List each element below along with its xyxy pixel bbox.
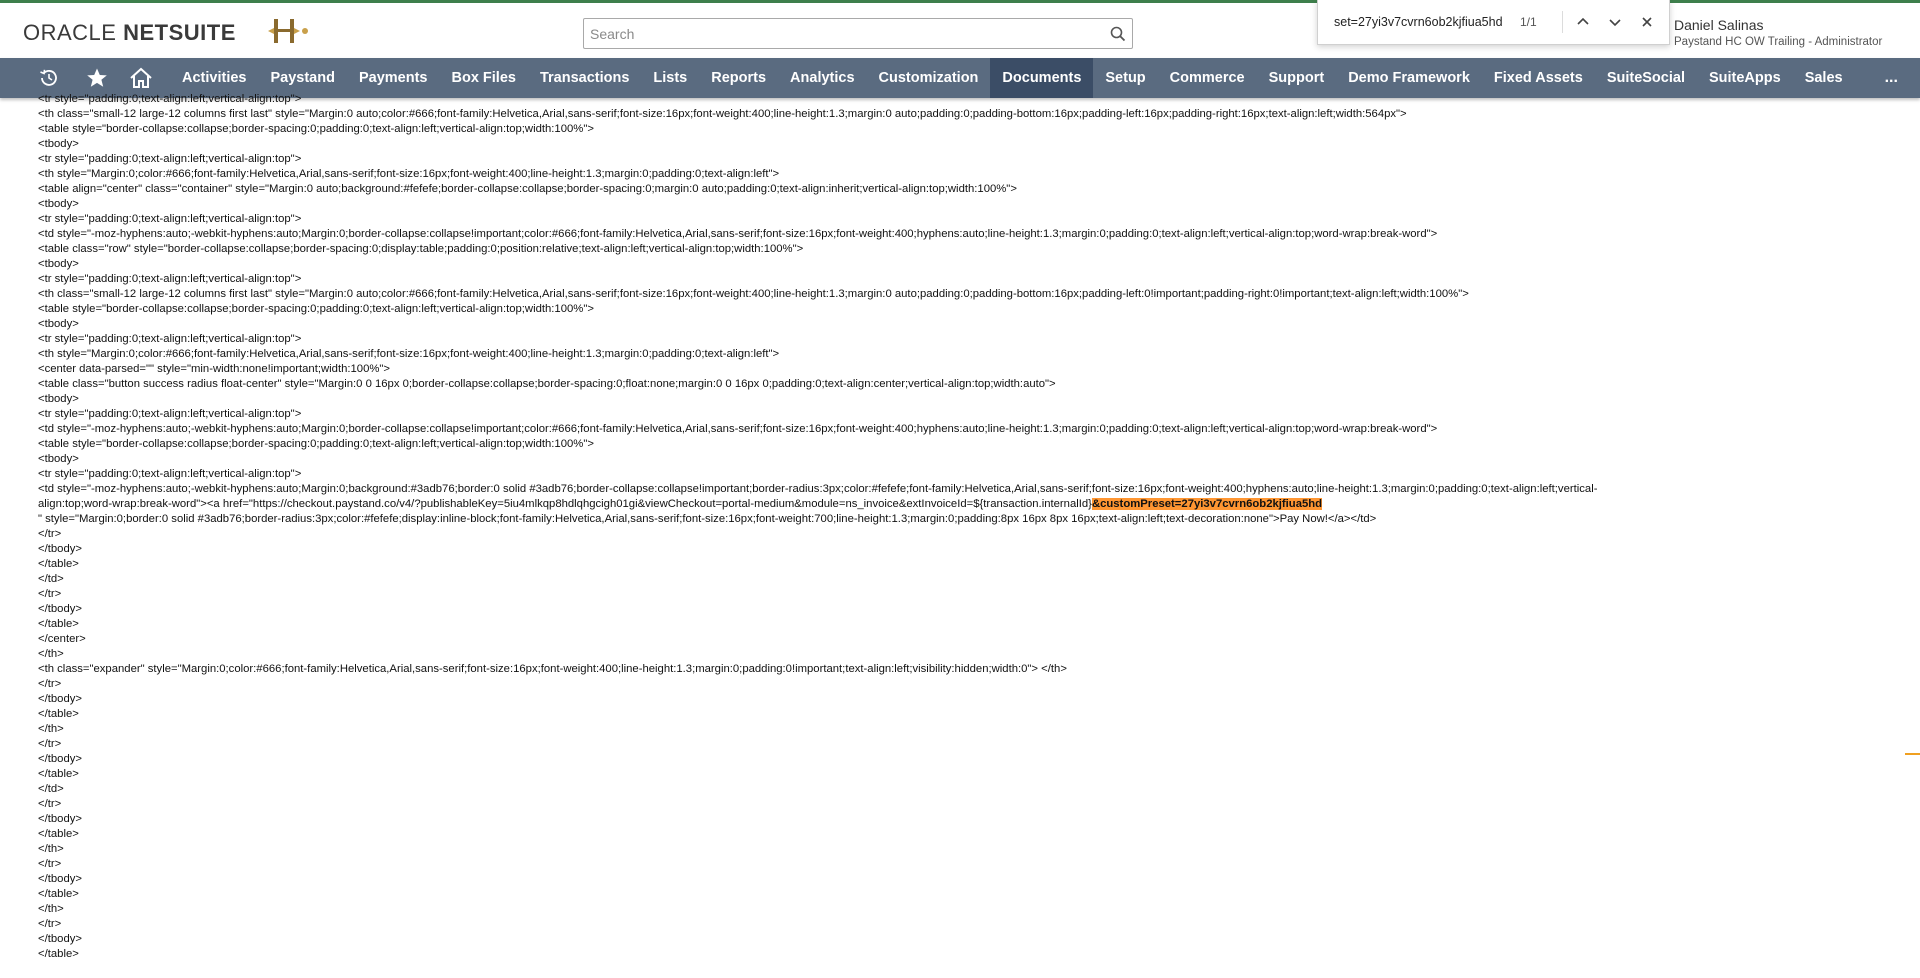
code-line: <tr style="padding:0;text-align:left;ver…: [38, 333, 302, 345]
global-search: [583, 18, 1133, 49]
code-line: </tr>: [38, 918, 62, 930]
code-line: </tr>: [38, 798, 62, 810]
code-line: </th>: [38, 723, 64, 735]
code-line: <table align="center" class="container" …: [38, 183, 1017, 195]
user-name: Daniel Salinas: [1674, 17, 1764, 33]
code-line: <tr style="padding:0;text-align:left;ver…: [38, 93, 302, 105]
code-line: </th>: [38, 903, 64, 915]
code-line: <table class="button success radius floa…: [38, 378, 1056, 390]
code-line: </tr>: [38, 858, 62, 870]
code-line: </tbody>: [38, 543, 82, 555]
code-line: </table>: [38, 828, 79, 840]
code-text: align:top;word-wrap:break-word"><a href=…: [38, 498, 1092, 510]
find-input[interactable]: set=27yi3v7cvrn6ob2kjfiua5hd: [1334, 15, 1512, 29]
code-line: <tr style="padding:0;text-align:left;ver…: [38, 213, 302, 225]
code-line: </table>: [38, 888, 79, 900]
code-line: <tbody>: [38, 258, 79, 270]
code-line: </td>: [38, 573, 64, 585]
code-line: <th class="small-12 large-12 columns fir…: [38, 288, 1469, 300]
code-line: <td style="-moz-hyphens:auto;-webkit-hyp…: [38, 483, 1598, 495]
code-line: </table>: [38, 948, 79, 960]
code-line: <th class="small-12 large-12 columns fir…: [38, 108, 1407, 120]
html-source-view: <tr style="padding:0;text-align:left;ver…: [38, 92, 1898, 962]
code-line: </tbody>: [38, 753, 82, 765]
code-line: </table>: [38, 558, 79, 570]
code-line: </table>: [38, 708, 79, 720]
search-input[interactable]: [584, 19, 1104, 48]
code-line: <table style="border-collapse:collapse;b…: [38, 123, 594, 135]
code-line: </tr>: [38, 588, 62, 600]
code-line: <table style="border-collapse:collapse;b…: [38, 303, 594, 315]
close-icon: [1642, 17, 1652, 27]
code-line: </tbody>: [38, 873, 82, 885]
netsuite-logo[interactable]: ORACLE NETSUITE: [23, 20, 236, 46]
find-next-button[interactable]: [1599, 6, 1631, 38]
search-icon[interactable]: [1104, 20, 1132, 48]
code-line: <tr style="padding:0;text-align:left;ver…: [38, 273, 302, 285]
chevron-up-icon: [1577, 17, 1589, 25]
find-close-button[interactable]: [1631, 6, 1663, 38]
code-line: </th>: [38, 648, 64, 660]
code-line: </table>: [38, 618, 79, 630]
code-line: <th style="Margin:0;color:#666;font-fami…: [38, 168, 780, 180]
code-line: <tbody>: [38, 318, 79, 330]
find-divider: [1562, 11, 1563, 33]
code-line: </tr>: [38, 738, 62, 750]
code-line: align:top;word-wrap:break-word"><a href=…: [38, 497, 1898, 512]
code-line: </th>: [38, 843, 64, 855]
code-line: </table>: [38, 768, 79, 780]
code-line: <table class="row" style="border-collaps…: [38, 243, 804, 255]
find-match-highlight: &customPreset=27yi3v7cvrn6ob2kjfiua5hd: [1091, 498, 1323, 510]
code-line: </tbody>: [38, 813, 82, 825]
code-line: <tbody>: [38, 198, 79, 210]
code-line: <td style="-moz-hyphens:auto;-webkit-hyp…: [38, 423, 1438, 435]
code-line: <tbody>: [38, 393, 79, 405]
code-line: </tbody>: [38, 933, 82, 945]
find-in-page-bar: set=27yi3v7cvrn6ob2kjfiua5hd 1/1: [1317, 0, 1670, 45]
code-line: <tr style="padding:0;text-align:left;ver…: [38, 153, 302, 165]
code-line: <tr style="padding:0;text-align:left;ver…: [38, 408, 302, 420]
code-line: </tbody>: [38, 693, 82, 705]
find-scroll-marker: [1905, 753, 1920, 755]
code-line: <tbody>: [38, 138, 79, 150]
code-line: <table style="border-collapse:collapse;b…: [38, 438, 594, 450]
code-line: </tbody>: [38, 603, 82, 615]
find-previous-button[interactable]: [1567, 6, 1599, 38]
logo-text: ORACLE NETSUITE: [23, 20, 236, 45]
user-role: Paystand HC OW Trailing - Administrator: [1674, 36, 1883, 48]
code-line: </tr>: [38, 678, 62, 690]
code-line: <tr style="padding:0;text-align:left;ver…: [38, 468, 302, 480]
code-line: <th style="Margin:0;color:#666;font-fami…: [38, 348, 780, 360]
code-line: <th class="expander" style="Margin:0;col…: [38, 663, 1067, 675]
code-line: <tbody>: [38, 453, 79, 465]
code-line: </tr>: [38, 528, 62, 540]
company-logo-icon[interactable]: [266, 16, 312, 46]
user-menu[interactable]: Daniel Salinas Paystand HC OW Trailing -…: [1674, 17, 1882, 48]
code-line: </td>: [38, 783, 64, 795]
chevron-down-icon: [1609, 19, 1621, 27]
code-line: <td style="-moz-hyphens:auto;-webkit-hyp…: [38, 228, 1438, 240]
code-line: " style="Margin:0;border:0 solid #3adb76…: [38, 513, 1377, 525]
find-match-count: 1/1: [1520, 15, 1537, 29]
code-line: <center data-parsed="" style="min-width:…: [38, 363, 391, 375]
code-line: </center>: [38, 633, 86, 645]
